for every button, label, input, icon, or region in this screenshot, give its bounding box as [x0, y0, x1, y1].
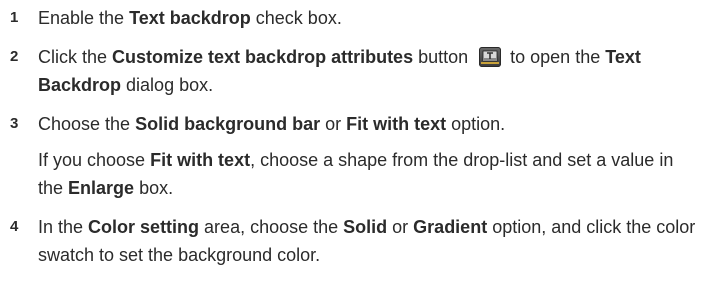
- step-text-part: Choose the: [38, 114, 136, 134]
- ui-term-gradient: Gradient: [413, 217, 488, 237]
- ui-term-solid: Solid: [343, 217, 388, 237]
- ui-term-fit-with-text: Fit with text: [346, 114, 447, 134]
- step-text: Click the Customize text backdrop attrib…: [38, 43, 698, 99]
- text-backdrop-attributes-icon: [479, 46, 502, 67]
- ui-term-solid-background-bar: Solid background bar: [135, 114, 321, 134]
- note-text-part: box.: [134, 178, 174, 198]
- note-text-part: If you choose: [38, 150, 151, 170]
- step-text-part: Enable the: [38, 8, 130, 28]
- step-text-part: dialog box.: [121, 75, 214, 95]
- step-number: 4: [10, 218, 19, 235]
- step-1: 1 Enable the Text backdrop check box.: [8, 4, 715, 32]
- step-text-part: option.: [446, 114, 506, 134]
- step-text-part: to open the: [505, 47, 606, 67]
- ui-term-enlarge: Enlarge: [68, 178, 135, 198]
- step-text-part: or: [320, 114, 347, 134]
- step-4: 4 In the Color setting area, choose the …: [8, 213, 715, 269]
- step-3-note: If you choose Fit with text, choose a sh…: [38, 146, 698, 202]
- step-3: 3 Choose the Solid background bar or Fit…: [8, 110, 715, 138]
- ui-term-text-backdrop: Text backdrop: [129, 8, 251, 28]
- step-number: 3: [10, 115, 19, 132]
- step-number: 2: [10, 48, 19, 65]
- step-text: In the Color setting area, choose the So…: [38, 213, 698, 269]
- ui-term-customize-text-backdrop-attributes: Customize text backdrop attributes: [112, 47, 414, 67]
- step-text: Enable the Text backdrop check box.: [38, 4, 698, 32]
- ui-term-fit-with-text: Fit with text: [150, 150, 251, 170]
- step-text-part: button: [413, 47, 474, 67]
- step-text-part: In the: [38, 217, 89, 237]
- instruction-list: 1 Enable the Text backdrop check box. 2 …: [0, 0, 715, 295]
- step-text-part: Click the: [38, 47, 113, 67]
- step-number: 1: [10, 9, 19, 26]
- step-text-part: or: [387, 217, 414, 237]
- step-2: 2 Click the Customize text backdrop attr…: [8, 43, 715, 99]
- step-text: Choose the Solid background bar or Fit w…: [38, 110, 698, 138]
- step-text-part: area, choose the: [199, 217, 344, 237]
- ui-term-color-setting: Color setting: [88, 217, 200, 237]
- step-text-part: check box.: [250, 8, 342, 28]
